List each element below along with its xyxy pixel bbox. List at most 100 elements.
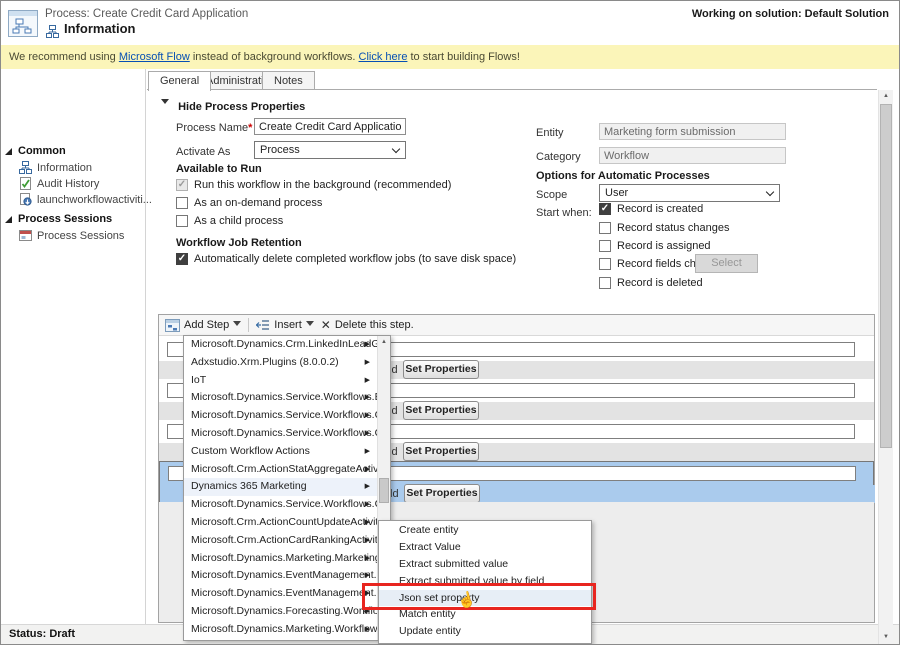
auto-delete-checkbox[interactable]: ✓ [176, 253, 188, 265]
submenu-arrow-icon: ▶ [365, 514, 370, 532]
menu-item[interactable]: IoT▶ [184, 372, 390, 390]
information-icon [19, 161, 32, 174]
scroll-down-icon[interactable]: ▼ [879, 631, 893, 644]
collapse-arrow-icon [161, 99, 169, 108]
run-in-background-checkbox[interactable]: ✓ [176, 179, 188, 191]
on-demand-option: As an on-demand process [176, 197, 322, 209]
record-created-checkbox[interactable]: ✓ [599, 203, 611, 215]
menu-scrollbar-thumb[interactable] [379, 478, 389, 503]
on-demand-checkbox[interactable] [176, 197, 188, 209]
menu-item[interactable]: Microsoft.Dynamics.Service.Workflows.Con… [184, 407, 390, 425]
record-fields-change-checkbox[interactable] [599, 258, 611, 270]
information-icon [46, 25, 59, 38]
submenu-item-json-set-property[interactable]: Json set property [379, 590, 591, 607]
menu-item[interactable]: Microsoft.Dynamics.Crm.LinkedInLeadGenPl… [184, 336, 390, 354]
menu-item[interactable]: Microsoft.Crm.ActionCardRankingActivity▶ [184, 532, 390, 550]
child-process-checkbox[interactable] [176, 215, 188, 227]
menu-item[interactable]: Microsoft.Dynamics.Marketing.MarketingLi… [184, 550, 390, 568]
entity-label: Entity [536, 127, 564, 139]
submenu-arrow-icon: ▶ [365, 585, 370, 603]
scope-select[interactable]: User [599, 184, 780, 202]
click-here-link[interactable]: Click here [359, 51, 408, 63]
designer-toolbar: Add Step Insert ✕ Delete this step. [159, 315, 874, 336]
checkbox-label: As a child process [194, 215, 283, 227]
submenu-item-extract-value[interactable]: Extract Value [379, 539, 591, 556]
activate-as-value: Process [260, 144, 300, 156]
submenu-arrow-icon: ▶ [365, 496, 370, 514]
page-header: Process: Create Credit Card Application … [1, 1, 899, 45]
delete-step-label: Delete this step. [335, 319, 414, 331]
main-scrollbar-thumb[interactable] [880, 104, 892, 448]
entity-input [599, 123, 786, 140]
add-step-button[interactable]: Add Step [165, 319, 241, 332]
scope-value: User [605, 187, 628, 199]
insert-icon [256, 319, 270, 331]
scroll-up-icon[interactable]: ▲ [378, 336, 390, 349]
submenu-item-match-entity[interactable]: Match entity [379, 606, 591, 623]
menu-item[interactable]: Microsoft.Dynamics.Service.Workflows.Con… [184, 496, 390, 514]
start-when-label: Start when: [536, 207, 592, 219]
dynamics-marketing-submenu: Create entity Extract Value Extract subm… [378, 520, 592, 644]
sidebar-item-process-sessions[interactable]: Process Sessions [19, 229, 124, 242]
record-created-option: ✓ Record is created [599, 203, 703, 215]
activate-as-select[interactable]: Process [254, 141, 406, 159]
submenu-arrow-icon: ▶ [365, 336, 370, 354]
record-assigned-option: Record is assigned [599, 240, 711, 252]
menu-item[interactable]: Microsoft.Crm.ActionStatAggregateActivit… [184, 461, 390, 479]
menu-item-dynamics-365-marketing[interactable]: Dynamics 365 Marketing▶ [184, 478, 390, 496]
sidebar-group-common[interactable]: Common [5, 145, 66, 157]
record-assigned-checkbox[interactable] [599, 240, 611, 252]
sidebar-group-label: Common [18, 145, 66, 157]
menu-item[interactable]: Microsoft.Crm.ActionCountUpdateActivity▶ [184, 514, 390, 532]
process-name-input[interactable] [254, 118, 406, 135]
auto-processes-heading: Options for Automatic Processes [536, 170, 710, 182]
record-deleted-checkbox[interactable] [599, 277, 611, 289]
menu-item[interactable]: Microsoft.Dynamics.Marketing.Workflows (… [184, 621, 390, 639]
sidebar-group-label: Process Sessions [18, 213, 112, 225]
workflow-job-retention-heading: Workflow Job Retention [176, 237, 302, 249]
toolbar-separator [248, 318, 249, 332]
menu-item[interactable]: Microsoft.Dynamics.Service.Workflows.Ent… [184, 389, 390, 407]
submenu-arrow-icon: ▶ [365, 407, 370, 425]
set-properties-button[interactable]: Set Properties [403, 442, 479, 461]
submenu-item-update-entity[interactable]: Update entity [379, 623, 591, 640]
banner-text: to start building Flows! [407, 51, 520, 63]
record-status-checkbox[interactable] [599, 222, 611, 234]
menu-item[interactable]: Microsoft.Dynamics.Forecasting.Workflows… [184, 603, 390, 621]
submenu-item-create-entity[interactable]: Create entity [379, 522, 591, 539]
menu-item[interactable]: Microsoft.Dynamics.EventManagement.CrmP.… [184, 585, 390, 603]
sidebar-item-launchworkflowactivities[interactable]: launchworkflowactiviti... [19, 193, 152, 206]
submenu-item-extract-submitted-value[interactable]: Extract submitted value [379, 556, 591, 573]
main-scrollbar[interactable]: ▲ ▼ [878, 90, 893, 644]
delete-step-button[interactable]: ✕ Delete this step. [321, 318, 414, 332]
select-fields-button[interactable]: Select [695, 254, 758, 273]
sidebar-item-label: Audit History [37, 178, 99, 190]
menu-item[interactable]: Microsoft.Dynamics.Service.Workflows.Oth… [184, 425, 390, 443]
sidebar-item-information[interactable]: Information [19, 161, 92, 174]
submenu-arrow-icon: ▶ [365, 389, 370, 407]
workflow-activity-icon [19, 193, 32, 206]
set-properties-button[interactable]: Set Properties [403, 401, 479, 420]
microsoft-flow-link[interactable]: Microsoft Flow [119, 51, 190, 63]
menu-item[interactable]: Adxstudio.Xrm.Plugins (8.0.0.2)▶ [184, 354, 390, 372]
available-to-run-heading: Available to Run [176, 163, 262, 175]
submenu-arrow-icon: ▶ [365, 425, 370, 443]
sidebar-item-audit-history[interactable]: Audit History [19, 177, 99, 190]
delete-x-icon: ✕ [321, 318, 331, 332]
checkbox-label: Automatically delete completed workflow … [194, 253, 516, 265]
tab-general[interactable]: General [148, 71, 211, 91]
insert-button[interactable]: Insert [256, 319, 314, 331]
dropdown-arrow-icon [306, 321, 314, 330]
hide-process-properties-toggle[interactable]: Hide Process Properties [161, 99, 305, 113]
expander-icon [5, 216, 12, 223]
sidebar-group-process-sessions[interactable]: Process Sessions [5, 213, 112, 225]
app-window: Process: Create Credit Card Application … [0, 0, 900, 645]
set-properties-button[interactable]: Set Properties [403, 360, 479, 379]
submenu-arrow-icon: ▶ [365, 372, 370, 390]
set-properties-button[interactable]: Set Properties [404, 484, 480, 503]
tab-notes[interactable]: Notes [262, 71, 315, 90]
menu-item[interactable]: Microsoft.Dynamics.EventManagement.CrmP.… [184, 567, 390, 585]
submenu-item-extract-submitted-value-by-field[interactable]: Extract submitted value by field [379, 573, 591, 590]
menu-item[interactable]: Custom Workflow Actions▶ [184, 443, 390, 461]
scroll-up-icon[interactable]: ▲ [879, 90, 893, 103]
